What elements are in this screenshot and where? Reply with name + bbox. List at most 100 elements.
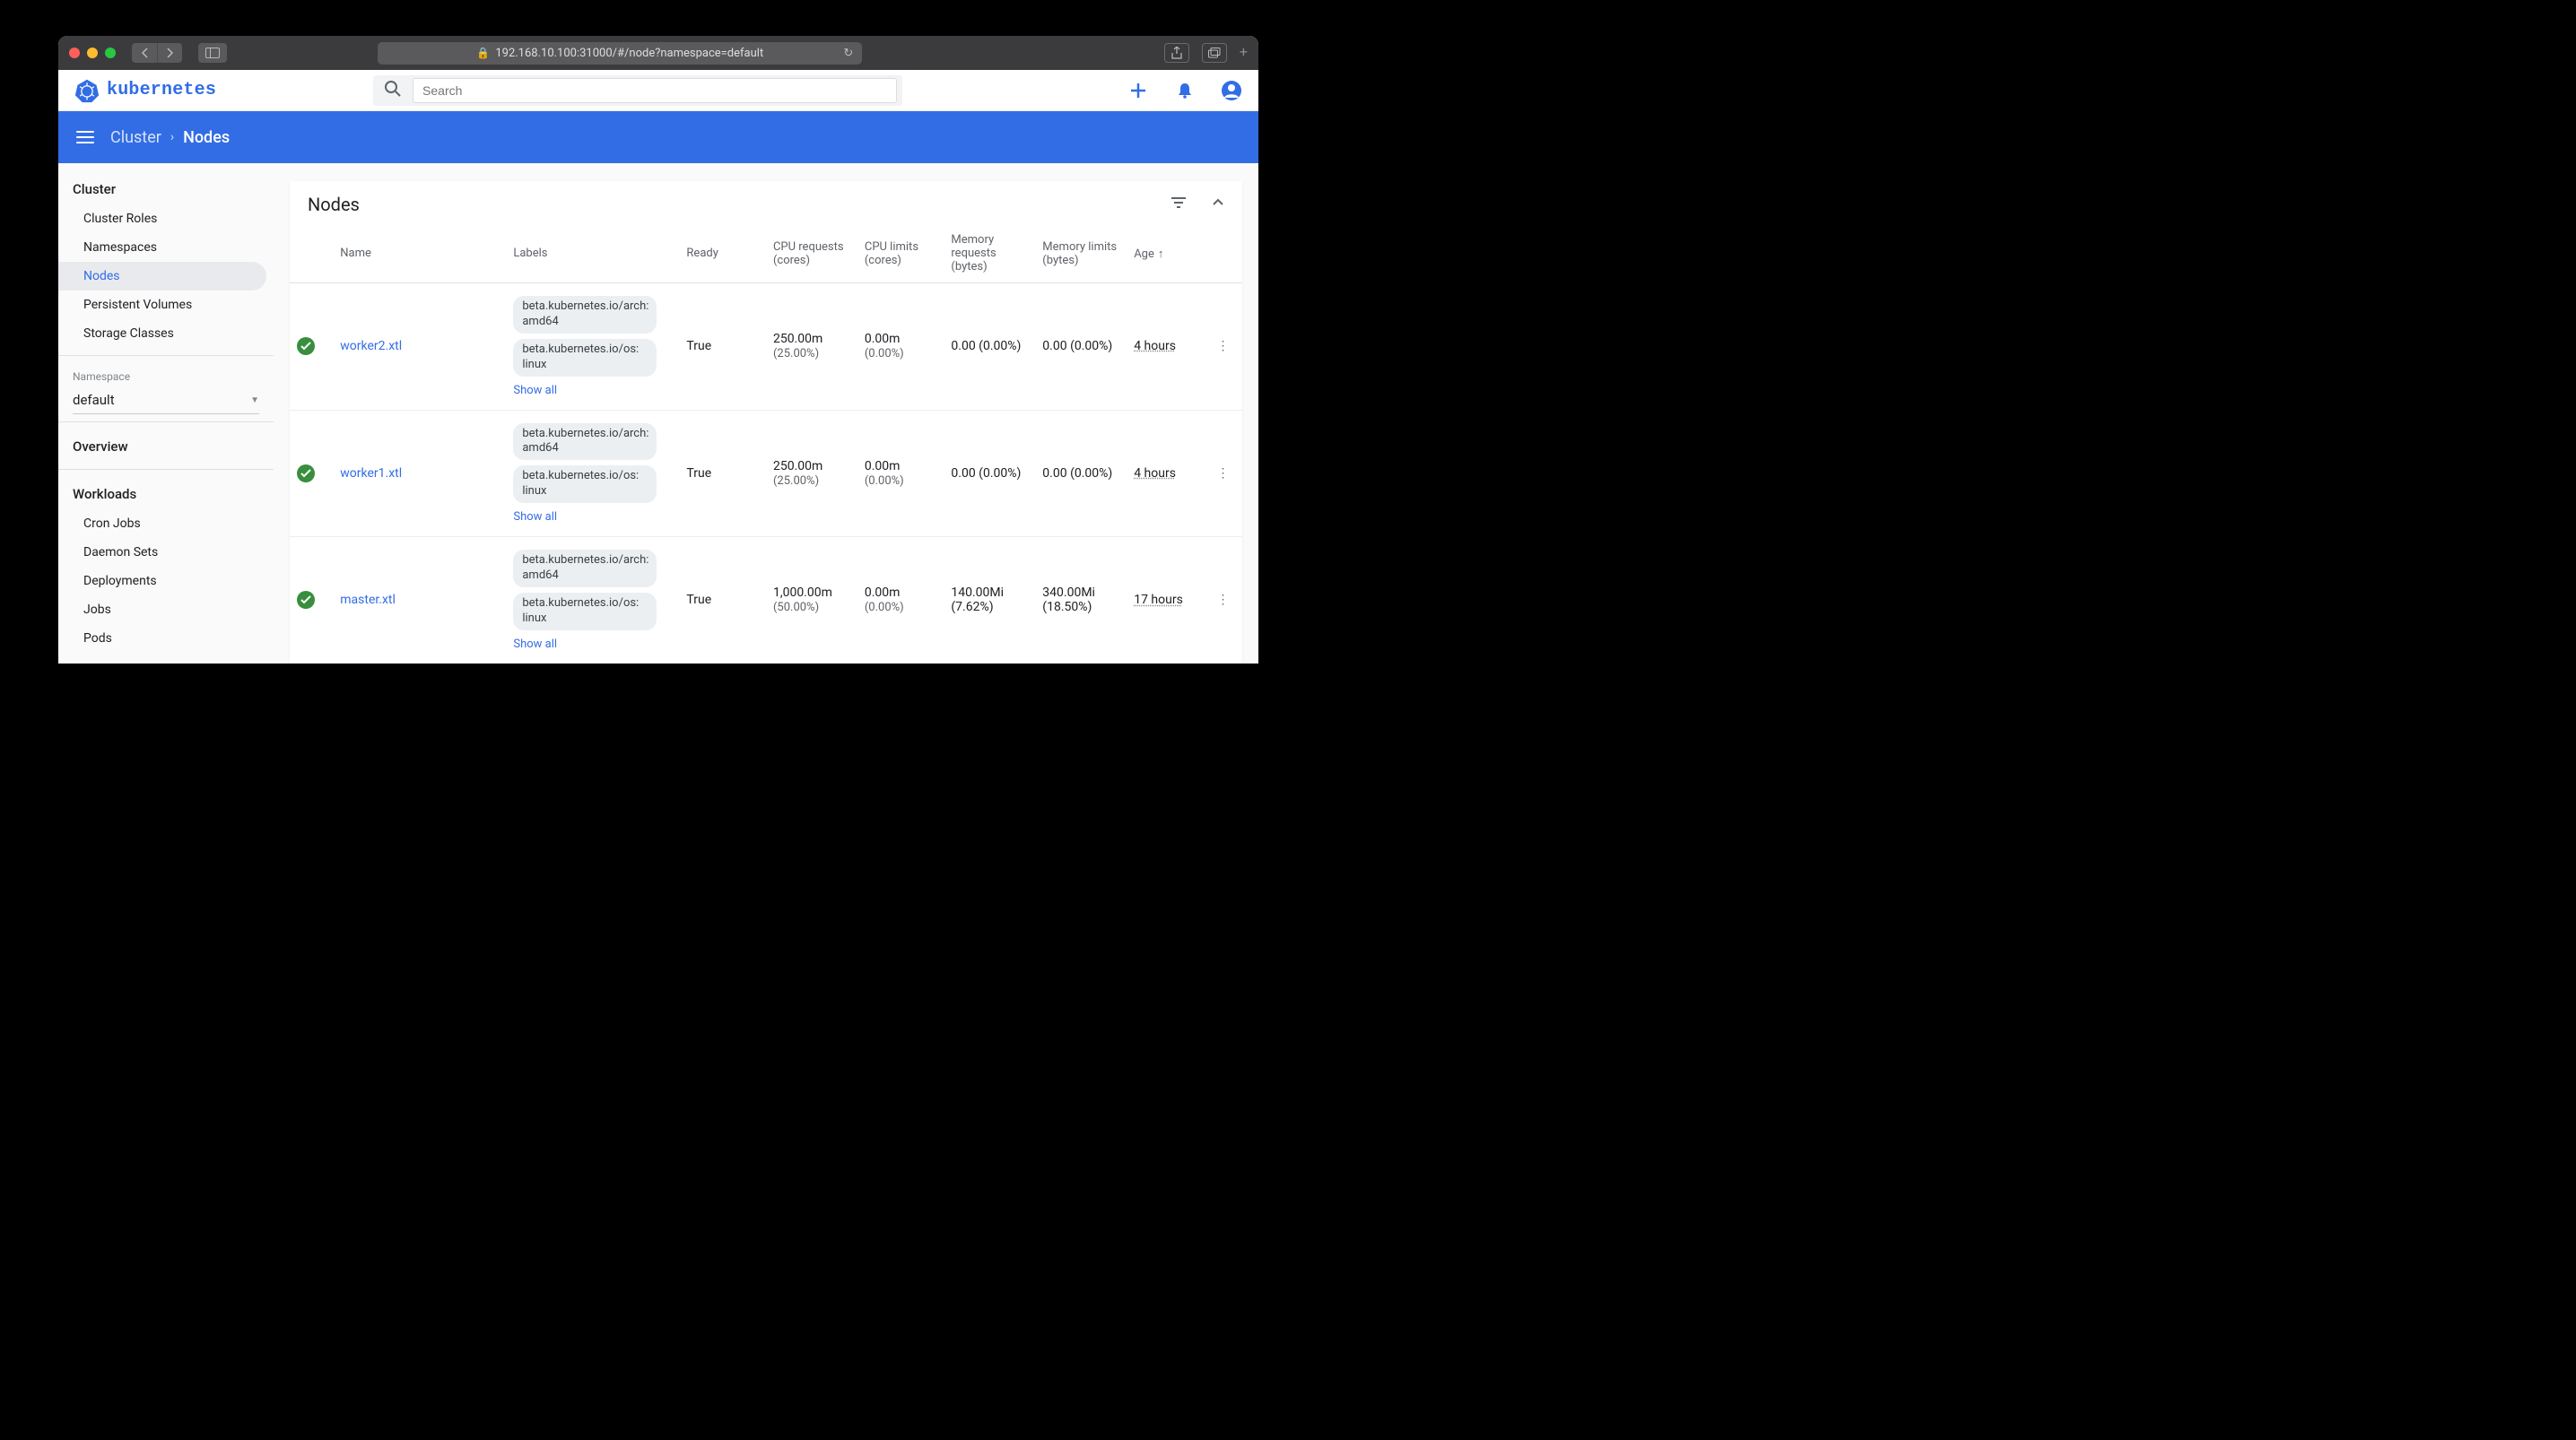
label-chip: beta.kubernetes.io/arch: amd64	[513, 296, 657, 334]
search-icon	[384, 80, 402, 101]
mem-req-cell: 140.00Mi (7.62%)	[944, 537, 1035, 664]
col-mem-lim[interactable]: Memory limits (bytes)	[1035, 224, 1127, 283]
sort-arrow-icon: ↑	[1158, 247, 1164, 261]
breadcrumb-current: Nodes	[183, 128, 230, 147]
mem-lim-cell: 0.00 (0.00%)	[1035, 410, 1127, 537]
sidebar-item-pods[interactable]: Pods	[58, 624, 274, 653]
row-menu-button[interactable]: ⋮	[1204, 410, 1242, 537]
cpu-lim-cell: 0.00m(0.00%)	[857, 283, 944, 411]
lock-icon: 🔒	[476, 47, 490, 59]
col-labels[interactable]: Labels	[506, 224, 679, 283]
chevron-down-icon: ▼	[250, 395, 259, 405]
table-row: worker2.xtl beta.kubernetes.io/arch: amd…	[290, 283, 1242, 411]
browser-titlebar: 🔒 192.168.10.100:31000/#/node?namespace=…	[58, 36, 1258, 70]
ready-cell: True	[679, 283, 766, 411]
table-row: master.xtl beta.kubernetes.io/arch: amd6…	[290, 537, 1242, 664]
sidebar-heading-workloads: Workloads	[58, 477, 274, 509]
sidebar-item-deployments[interactable]: Deployments	[58, 567, 274, 595]
sidebar-divider	[58, 421, 274, 422]
header-actions	[1127, 80, 1242, 101]
age-cell: 4 hours	[1134, 339, 1176, 353]
collapse-icon[interactable]	[1212, 196, 1224, 213]
mem-req-cell: 0.00 (0.00%)	[944, 283, 1035, 411]
sidebar-item-daemon-sets[interactable]: Daemon Sets	[58, 538, 274, 567]
table-row: worker1.xtl beta.kubernetes.io/arch: amd…	[290, 410, 1242, 537]
notifications-button[interactable]	[1174, 80, 1196, 101]
row-menu-button[interactable]: ⋮	[1204, 537, 1242, 664]
sidebar-item-cron-jobs[interactable]: Cron Jobs	[58, 509, 274, 538]
sidebar-item-overview[interactable]: Overview	[58, 429, 274, 462]
show-all-link[interactable]: Show all	[513, 384, 557, 397]
cpu-lim-cell: 0.00m(0.00%)	[857, 537, 944, 664]
forward-button[interactable]	[157, 43, 182, 63]
namespace-selector[interactable]: default ▼	[73, 386, 259, 414]
kubernetes-logo[interactable]: kubernetes	[74, 78, 216, 103]
sidebar-item-cluster-roles[interactable]: Cluster Roles	[58, 204, 274, 233]
age-cell: 4 hours	[1134, 466, 1176, 481]
show-all-link[interactable]: Show all	[513, 638, 557, 651]
nodes-table: Name Labels Ready CPU requests (cores) C…	[290, 224, 1242, 664]
ready-cell: True	[679, 537, 766, 664]
sidebar-toggle-button[interactable]	[198, 43, 227, 63]
col-cpu-req[interactable]: CPU requests (cores)	[766, 224, 857, 283]
sidebar-item-jobs[interactable]: Jobs	[58, 595, 274, 624]
new-tab-icon[interactable]: +	[1240, 43, 1248, 63]
card-title: Nodes	[308, 194, 360, 215]
node-name-link[interactable]: worker1.xtl	[340, 466, 402, 481]
k8s-wheel-icon	[74, 78, 100, 103]
nodes-card: Nodes	[290, 181, 1242, 664]
namespace-value: default	[73, 392, 115, 408]
sidebar-item-nodes[interactable]: Nodes	[58, 262, 266, 291]
url-bar[interactable]: 🔒 192.168.10.100:31000/#/node?namespace=…	[378, 42, 862, 65]
back-button[interactable]	[132, 43, 157, 63]
main-content: Nodes	[274, 163, 1258, 664]
col-name[interactable]: Name	[333, 224, 506, 283]
cpu-lim-cell: 0.00m(0.00%)	[857, 410, 944, 537]
col-cpu-lim[interactable]: CPU limits (cores)	[857, 224, 944, 283]
col-ready[interactable]: Ready	[679, 224, 766, 283]
namespace-label: Namespace	[58, 363, 274, 386]
tabs-button[interactable]	[1202, 43, 1227, 63]
sidebar-item-persistent-volumes[interactable]: Persistent Volumes	[58, 291, 274, 319]
sidebar-item-namespaces[interactable]: Namespaces	[58, 233, 274, 262]
traffic-lights	[69, 48, 116, 58]
sidebar-divider	[58, 469, 274, 470]
cpu-req-cell: 250.00m(25.00%)	[766, 283, 857, 411]
mem-lim-cell: 0.00 (0.00%)	[1035, 283, 1127, 411]
label-chip: beta.kubernetes.io/arch: amd64	[513, 423, 657, 461]
cpu-req-cell: 1,000.00m(50.00%)	[766, 537, 857, 664]
menu-toggle-button[interactable]	[76, 131, 94, 143]
app-header: kubernetes	[58, 70, 1258, 111]
url-text: 192.168.10.100:31000/#/node?namespace=de…	[495, 47, 763, 60]
create-button[interactable]	[1127, 80, 1149, 101]
close-window-button[interactable]	[69, 48, 80, 58]
col-mem-req[interactable]: Memory requests (bytes)	[944, 224, 1035, 283]
sidebar-divider	[58, 355, 274, 356]
row-menu-button[interactable]: ⋮	[1204, 283, 1242, 411]
node-name-link[interactable]: master.xtl	[340, 593, 396, 607]
account-button[interactable]	[1221, 80, 1242, 101]
share-button[interactable]	[1164, 43, 1189, 63]
label-chip: beta.kubernetes.io/os: linux	[513, 593, 657, 630]
node-name-link[interactable]: worker2.xtl	[340, 339, 402, 353]
brand-text: kubernetes	[107, 80, 216, 100]
col-age[interactable]: Age↑	[1127, 224, 1204, 283]
ready-cell: True	[679, 410, 766, 537]
show-all-link[interactable]: Show all	[513, 510, 557, 524]
mem-lim-cell: 340.00Mi (18.50%)	[1035, 537, 1127, 664]
sidebar-heading-cluster: Cluster	[58, 172, 274, 204]
chevron-right-icon: ›	[170, 130, 174, 144]
search-input[interactable]	[413, 78, 897, 103]
minimize-window-button[interactable]	[87, 48, 98, 58]
label-chip: beta.kubernetes.io/arch: amd64	[513, 550, 657, 587]
age-cell: 17 hours	[1134, 593, 1183, 607]
maximize-window-button[interactable]	[105, 48, 116, 58]
breadcrumb-root[interactable]: Cluster	[110, 128, 161, 147]
reload-icon[interactable]: ↻	[843, 47, 853, 60]
sidebar: Cluster Cluster RolesNamespacesNodesPers…	[58, 163, 274, 664]
nav-buttons	[132, 43, 182, 63]
mem-req-cell: 0.00 (0.00%)	[944, 410, 1035, 537]
filter-icon[interactable]	[1171, 196, 1187, 213]
sidebar-item-storage-classes[interactable]: Storage Classes	[58, 319, 274, 348]
search-container	[373, 75, 902, 106]
